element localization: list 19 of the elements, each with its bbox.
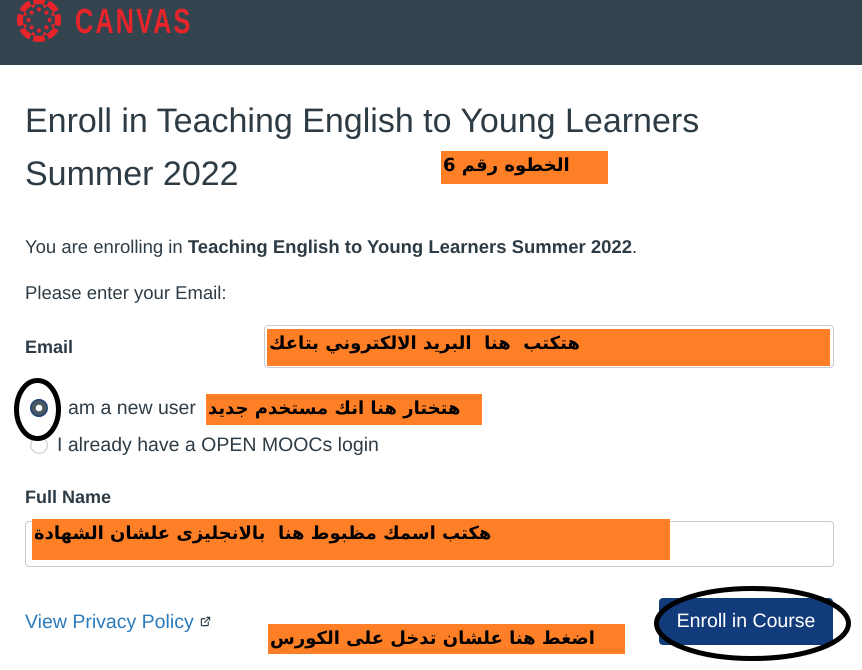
annotation-tooltip: اضغط هنا علشان تدخل على الكورس [268,624,625,654]
annotation-tooltip: هتكتب هنا البريد الالكتروني بتاعك [267,329,830,366]
field-label: Email [25,336,74,358]
radio-button[interactable] [30,398,48,416]
external-link-icon [200,616,211,627]
page-title: Summer 2022 [25,154,239,195]
field-label: Full Name [25,486,112,509]
enrollment-text: You are enrolling in Teaching English to Young Learners Summer 2022. [25,235,638,259]
annotation-tooltip: الخطوه رقم 6 [441,151,608,184]
option-label[interactable]: am a new user [68,396,196,420]
enroll-button[interactable]: Enroll in Course [659,598,833,645]
logo-icon [17,0,61,42]
page-title: Enroll in Teaching English to Young Learners [25,101,700,142]
annotation-tooltip: هكتب اسمك مظبوط هنا بالانجليزى علشان الشهادة [32,519,670,560]
annotation-tooltip: هتختار هنا انك مستخدم جديد [206,394,482,425]
option-label[interactable]: I already have a OPEN MOOCs login [57,432,379,456]
privacy-link[interactable]: View Privacy Policy [25,610,194,634]
logo-text: CANVAS [75,4,192,39]
email-prompt: Please enter your Email: [25,281,227,305]
